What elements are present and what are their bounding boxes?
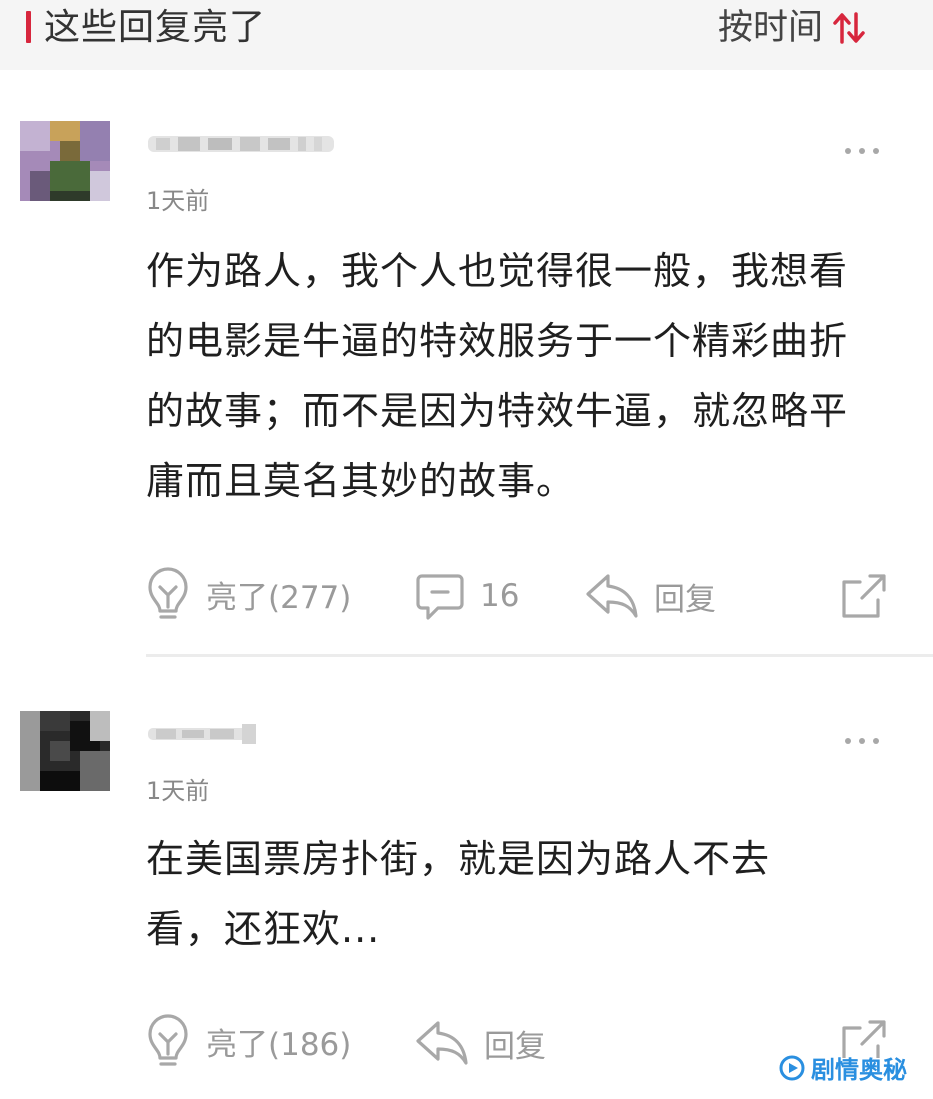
lightbulb-icon bbox=[148, 567, 188, 619]
reply-button[interactable]: 回复 bbox=[414, 1019, 546, 1067]
lightbulb-icon bbox=[148, 1014, 188, 1066]
reply-label: 回复 bbox=[654, 581, 716, 618]
sort-label: 按时间 bbox=[717, 8, 823, 48]
like-count-label: 亮了(277) bbox=[206, 579, 352, 616]
comment-time: 1天前 bbox=[146, 777, 210, 805]
reply-arrow-icon bbox=[586, 574, 638, 618]
comment-text: 作为路人，我个人也觉得很一般，我想看的电影是牛逼的特效服务于一个精彩曲折的故事；… bbox=[146, 249, 849, 503]
header-accent-bar bbox=[26, 11, 31, 43]
avatar[interactable] bbox=[20, 121, 110, 201]
username-blurred[interactable] bbox=[146, 718, 266, 750]
section-title: 这些回复亮了 bbox=[44, 7, 267, 48]
watermark-text: 剧情奥秘 bbox=[811, 1056, 907, 1084]
more-options-button[interactable] bbox=[845, 736, 879, 746]
reply-count: 16 bbox=[480, 578, 520, 614]
share-button[interactable] bbox=[840, 572, 888, 620]
username-blurred[interactable] bbox=[146, 128, 336, 160]
reply-button[interactable]: 回复 bbox=[584, 572, 716, 620]
reply-label: 回复 bbox=[484, 1028, 546, 1065]
more-options-button[interactable] bbox=[845, 146, 879, 156]
comment-divider bbox=[146, 654, 933, 657]
share-icon bbox=[842, 574, 886, 618]
comment-time: 1天前 bbox=[146, 187, 210, 215]
like-count-label: 亮了(186) bbox=[206, 1026, 352, 1063]
avatar[interactable] bbox=[20, 711, 110, 791]
view-replies-button[interactable]: 16 bbox=[414, 570, 519, 622]
comment-text: 在美国票房扑街，就是因为路人不去看，还狂欢... bbox=[146, 837, 771, 951]
chat-bubble-icon bbox=[416, 574, 464, 620]
play-logo-icon bbox=[779, 1055, 805, 1080]
watermark: 剧情奥秘 bbox=[779, 1050, 907, 1085]
sort-arrows-icon[interactable] bbox=[831, 10, 867, 46]
like-button[interactable]: 亮了(277) bbox=[144, 567, 351, 621]
reply-arrow-icon bbox=[416, 1021, 468, 1065]
like-button[interactable]: 亮了(186) bbox=[144, 1014, 351, 1068]
replies-header: 这些回复亮了 按时间 bbox=[0, 0, 933, 70]
